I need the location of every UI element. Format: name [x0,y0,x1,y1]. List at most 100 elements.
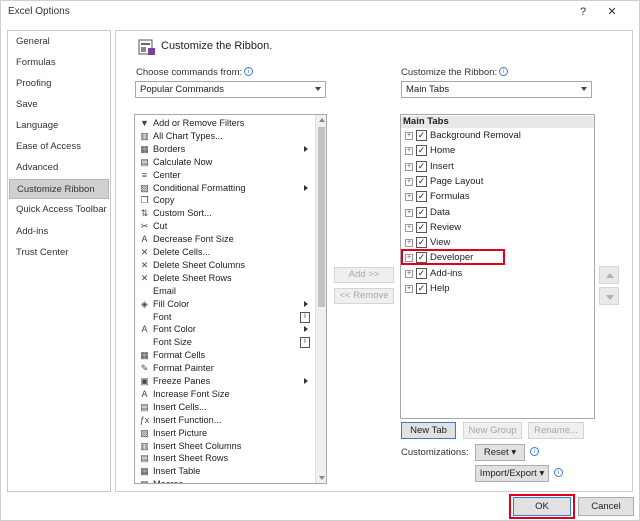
expand-icon[interactable]: + [405,269,413,278]
command-item[interactable]: ƒx Insert Function... [137,414,312,427]
command-item[interactable]: Font I [137,311,312,324]
tab-checkbox[interactable]: ✓ [416,145,427,157]
command-item[interactable]: ⇅ Custom Sort... [137,207,312,220]
cancel-button[interactable]: Cancel [578,497,634,516]
command-item[interactable]: ◈ Fill Color [137,298,312,311]
expand-icon[interactable]: + [405,285,413,293]
nav-item-proofing[interactable]: Proofing [9,74,109,94]
main-tabs-tree[interactable]: + ✓ Background Removal + ✓ Home + ✓ Insert + ✓ Page… [400,114,595,419]
command-item[interactable]: Email [137,285,312,298]
tab-node-background-removal[interactable]: + ✓ Background Removal [405,129,580,143]
close-button[interactable]: ✕ [604,4,620,20]
command-item[interactable]: ✕ Delete Sheet Rows [137,272,312,285]
command-item[interactable]: ▧ Conditional Formatting [137,182,312,195]
tab-node-home[interactable]: + ✓ Home [405,144,580,158]
command-item[interactable]: ✕ Delete Sheet Columns [137,259,312,272]
remove-button[interactable]: << Remove [334,288,394,304]
new-tab-button[interactable]: New Tab [401,422,456,439]
tab-node-view[interactable]: + ✓ View [405,236,580,250]
tab-checkbox[interactable]: ✓ [416,130,427,141]
move-down-button[interactable] [599,287,619,305]
command-item[interactable]: A Decrease Font Size [137,233,312,246]
choose-commands-select[interactable]: Popular Commands [135,81,326,98]
scroll-thumb[interactable] [318,127,325,307]
expand-icon[interactable]: + [405,147,413,156]
nav-item-add-ins[interactable]: Add-ins [9,222,109,242]
customize-ribbon-select[interactable]: Main Tabs [401,81,592,98]
command-item[interactable]: ✎ Format Painter [137,362,312,375]
tab-checkbox[interactable]: ✓ [416,206,427,218]
move-up-button[interactable] [599,266,619,284]
tab-checkbox[interactable]: ✓ [416,175,427,187]
expand-icon[interactable]: + [405,162,413,171]
command-item[interactable]: ▥ All Chart Types... [137,130,312,143]
tab-checkbox[interactable]: ✓ [416,221,427,233]
command-item[interactable]: ▼ Add or Remove Filters [137,117,312,130]
add-button[interactable]: Add >> [334,267,394,283]
new-group-button[interactable]: New Group [463,422,522,439]
tab-node-review[interactable]: + ✓ Review [405,221,580,235]
commands-scrollbar[interactable] [315,115,326,483]
command-item[interactable]: Font Size I [137,336,312,349]
submenu-arrow-icon [304,300,308,307]
command-label: All Chart Types... [153,130,223,141]
commands-list[interactable]: ▤Macros▦Insert Table▤Insert Sheet Rows▥I… [134,114,327,484]
tab-node-help[interactable]: + ✓ Help [405,282,580,296]
scroll-down-icon[interactable] [319,476,325,480]
command-item[interactable]: ▤ Insert Sheet Rows [137,452,312,465]
command-item[interactable]: ▦ Format Cells [137,349,312,362]
scroll-up-icon[interactable] [319,118,325,122]
expand-icon[interactable]: + [405,239,413,248]
tab-checkbox[interactable]: ✓ [416,191,427,203]
command-item[interactable]: ≡ Center [137,169,312,182]
nav-item-formulas[interactable]: Formulas [9,53,109,73]
nav-item-trust-center[interactable]: Trust Center [9,243,109,263]
delete-columns-icon: ✕ [140,259,149,270]
nav-item-save[interactable]: Save [9,95,109,115]
command-item[interactable]: ▨ Insert Picture [137,427,312,440]
nav-item-general[interactable]: General [9,32,109,52]
window-title: Excel Options [8,6,70,17]
command-item[interactable]: ✕ Delete Cells... [137,246,312,259]
customize-ribbon-text: Customize the Ribbon: [401,67,498,78]
rename-button[interactable]: Rename... [528,422,584,439]
tab-node-formulas[interactable]: + ✓ Formulas [405,190,580,204]
nav-item-quick-access-toolbar[interactable]: Quick Access Toolbar [9,200,109,220]
tab-label: Add-ins [430,267,463,279]
command-item[interactable]: ▦ Borders [137,143,312,156]
tab-node-data[interactable]: + ✓ Data [405,206,580,220]
command-item[interactable]: ▦ Insert Table [137,465,312,478]
expand-icon[interactable]: + [405,208,413,217]
tab-node-page-layout[interactable]: + ✓ Page Layout [405,175,580,189]
nav-item-advanced[interactable]: Advanced [9,158,109,178]
delete-rows-icon: ✕ [140,272,149,283]
command-item[interactable]: ❐ Copy [137,194,312,207]
expand-icon[interactable]: + [405,132,413,140]
command-item[interactable]: ▤ Insert Cells... [137,401,312,414]
command-item[interactable]: ✂ Cut [137,220,312,233]
command-label: Conditional Formatting [153,182,246,193]
help-button[interactable]: ? [575,4,591,20]
nav-item-customize-ribbon[interactable]: Customize Ribbon [9,179,109,199]
tab-checkbox[interactable]: ✓ [416,267,427,279]
expand-icon[interactable]: + [405,177,413,186]
command-item[interactable]: A Font Color [137,323,312,336]
nav-item-ease-of-access[interactable]: Ease of Access [9,137,109,157]
tab-checkbox[interactable]: ✓ [416,160,427,172]
expand-icon[interactable]: + [405,223,413,232]
reset-button[interactable]: Reset ▾ [475,444,525,461]
command-item[interactable]: ▤Macros [137,478,312,483]
tab-node-add-ins[interactable]: + ✓ Add-ins [405,267,580,281]
command-item[interactable]: ▤ Calculate Now [137,156,312,169]
command-item[interactable]: A Increase Font Size [137,388,312,401]
import-export-button[interactable]: Import/Export ▾ [475,465,549,482]
nav-item-language[interactable]: Language [9,116,109,136]
tab-checkbox[interactable]: ✓ [416,283,427,294]
command-item[interactable]: ▣ Freeze Panes [137,375,312,388]
ok-button[interactable]: OK [513,497,571,516]
command-item[interactable]: ▥ Insert Sheet Columns [137,440,312,453]
tab-checkbox[interactable]: ✓ [416,237,427,249]
insert-columns-icon: ▥ [140,440,149,451]
tab-node-insert[interactable]: + ✓ Insert [405,160,580,174]
expand-icon[interactable]: + [405,193,413,202]
